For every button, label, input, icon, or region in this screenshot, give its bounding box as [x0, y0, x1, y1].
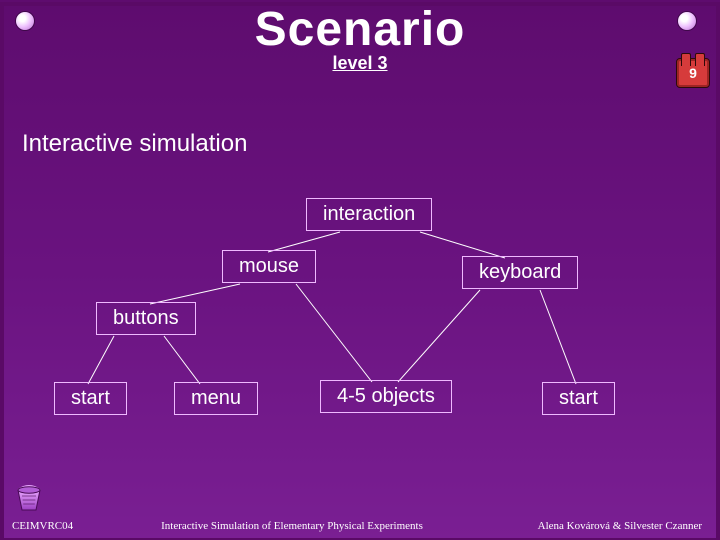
node-objects: 4-5 objects [320, 380, 452, 413]
node-interaction: interaction [306, 198, 432, 231]
connector-lines [0, 2, 720, 540]
node-start-right: start [542, 382, 615, 415]
slide-number-badge: 9 [676, 58, 710, 88]
node-start-left: start [54, 382, 127, 415]
footer-right: Alena Kovárová & Silvester Czanner [462, 520, 702, 532]
footer: CEIMVRC04 Interactive Simulation of Elem… [0, 520, 720, 532]
node-buttons: buttons [96, 302, 196, 335]
title-block: Scenario level 3 [0, 2, 720, 74]
bucket-icon [12, 478, 46, 512]
corner-dot-top-right-icon [678, 12, 696, 30]
footer-center: Interactive Simulation of Elementary Phy… [122, 520, 462, 532]
node-keyboard: keyboard [462, 256, 578, 289]
slide-number: 9 [689, 65, 697, 81]
node-menu: menu [174, 382, 258, 415]
slide-title: Scenario [0, 2, 720, 57]
node-mouse: mouse [222, 250, 316, 283]
footer-left: CEIMVRC04 [12, 520, 122, 532]
section-heading: Interactive simulation [22, 130, 247, 158]
slide-frame [0, 2, 720, 540]
slide-subtitle: level 3 [0, 53, 720, 74]
corner-dot-top-left-icon [16, 12, 34, 30]
